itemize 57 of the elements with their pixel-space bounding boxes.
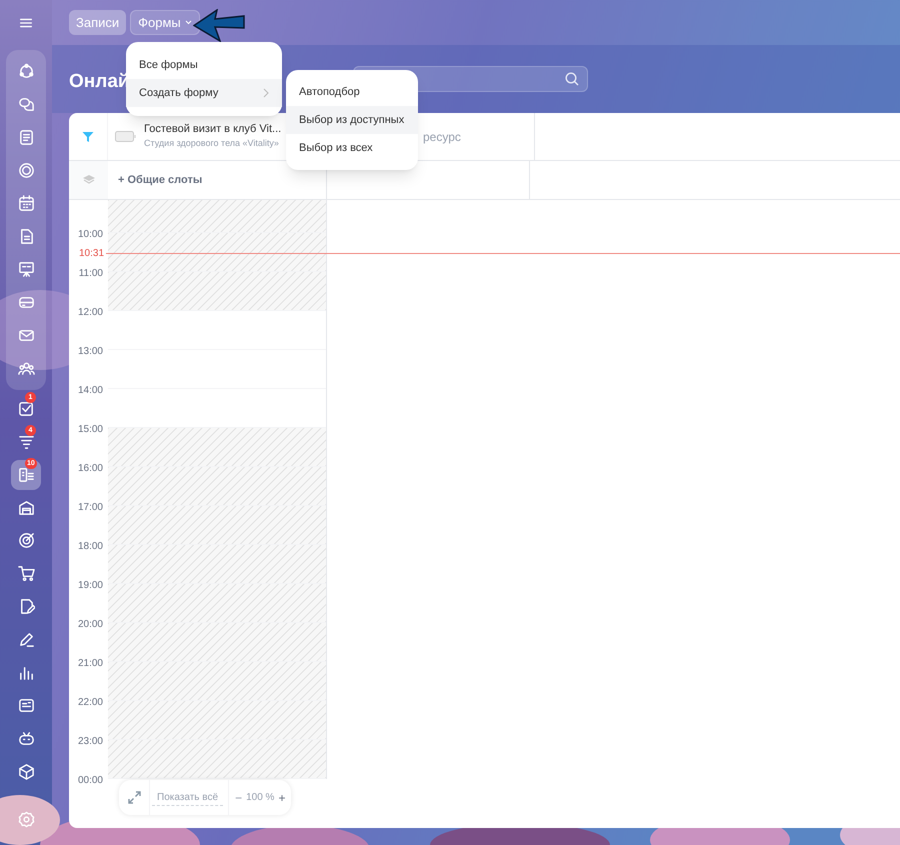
time-label: 00:00 (78, 774, 103, 788)
ring-icon (18, 162, 34, 179)
expand-icon (128, 791, 140, 804)
time-label: 10:00 (78, 228, 103, 242)
robot-icon (18, 730, 34, 747)
presentation-icon (18, 261, 34, 278)
menu-item[interactable]: Все формы (126, 51, 282, 79)
people-icon (18, 360, 34, 377)
show-all-link[interactable]: Показать всё (152, 790, 224, 806)
time-label: 13:00 (78, 345, 103, 359)
time-label: 16:00 (78, 462, 103, 476)
chart-icon (18, 664, 34, 681)
time-label: 11:00 (78, 267, 103, 281)
filter-icon[interactable] (82, 130, 94, 142)
chat-icon (18, 96, 34, 113)
battery-icon (115, 131, 136, 142)
common-slots-link[interactable]: + Общие слоты (118, 172, 202, 188)
service-subtitle: Студия здорового тела «Vitality» (144, 137, 280, 150)
document-icon (18, 129, 34, 146)
time-label: 20:00 (78, 618, 103, 632)
target-icon (18, 532, 34, 549)
tab[interactable]: Формы (130, 10, 200, 35)
checkbox-icon (18, 400, 34, 417)
service-title: Гостевой визит в клуб Vit... (144, 122, 282, 138)
menu-item[interactable]: Выбор из доступных (286, 106, 418, 134)
time-label: 23:00 (78, 735, 103, 749)
time-label: 22:00 (78, 696, 103, 710)
annotation-arrow (193, 9, 245, 42)
calendar-icon (18, 195, 34, 212)
time-slot[interactable] (108, 233, 326, 272)
search-icon (565, 72, 579, 86)
zoom-in-button[interactable]: + (278, 788, 286, 806)
settings-icon (18, 810, 34, 828)
time-label: 21:00 (78, 657, 103, 671)
time-label: 19:00 (78, 579, 103, 593)
time-label: 12:00 (78, 306, 103, 320)
layers-icon (82, 175, 94, 185)
zoom-level: 100 % (246, 791, 274, 805)
buildings-icon (18, 466, 34, 483)
card-icon (18, 294, 34, 311)
zoom-out-button[interactable]: − (235, 788, 242, 806)
pen-icon (18, 631, 34, 648)
mail-icon (18, 327, 34, 344)
time-label: 15:00 (78, 423, 103, 437)
column-header: ресурс (423, 128, 461, 146)
time-label: 18:00 (78, 540, 103, 554)
id-card-icon (18, 697, 34, 714)
cart-icon (18, 565, 34, 582)
time-label: 14:00 (78, 384, 103, 398)
cube-icon (18, 763, 34, 780)
menu-item[interactable]: Автоподбор (286, 78, 418, 106)
menu-item[interactable]: Создать форму (126, 79, 282, 107)
garage-icon (18, 499, 34, 516)
menu-item[interactable]: Выбор из всех (286, 134, 418, 162)
funnel-icon (18, 433, 34, 450)
time-label: 17:00 (78, 501, 103, 515)
sync-icon (18, 63, 34, 80)
